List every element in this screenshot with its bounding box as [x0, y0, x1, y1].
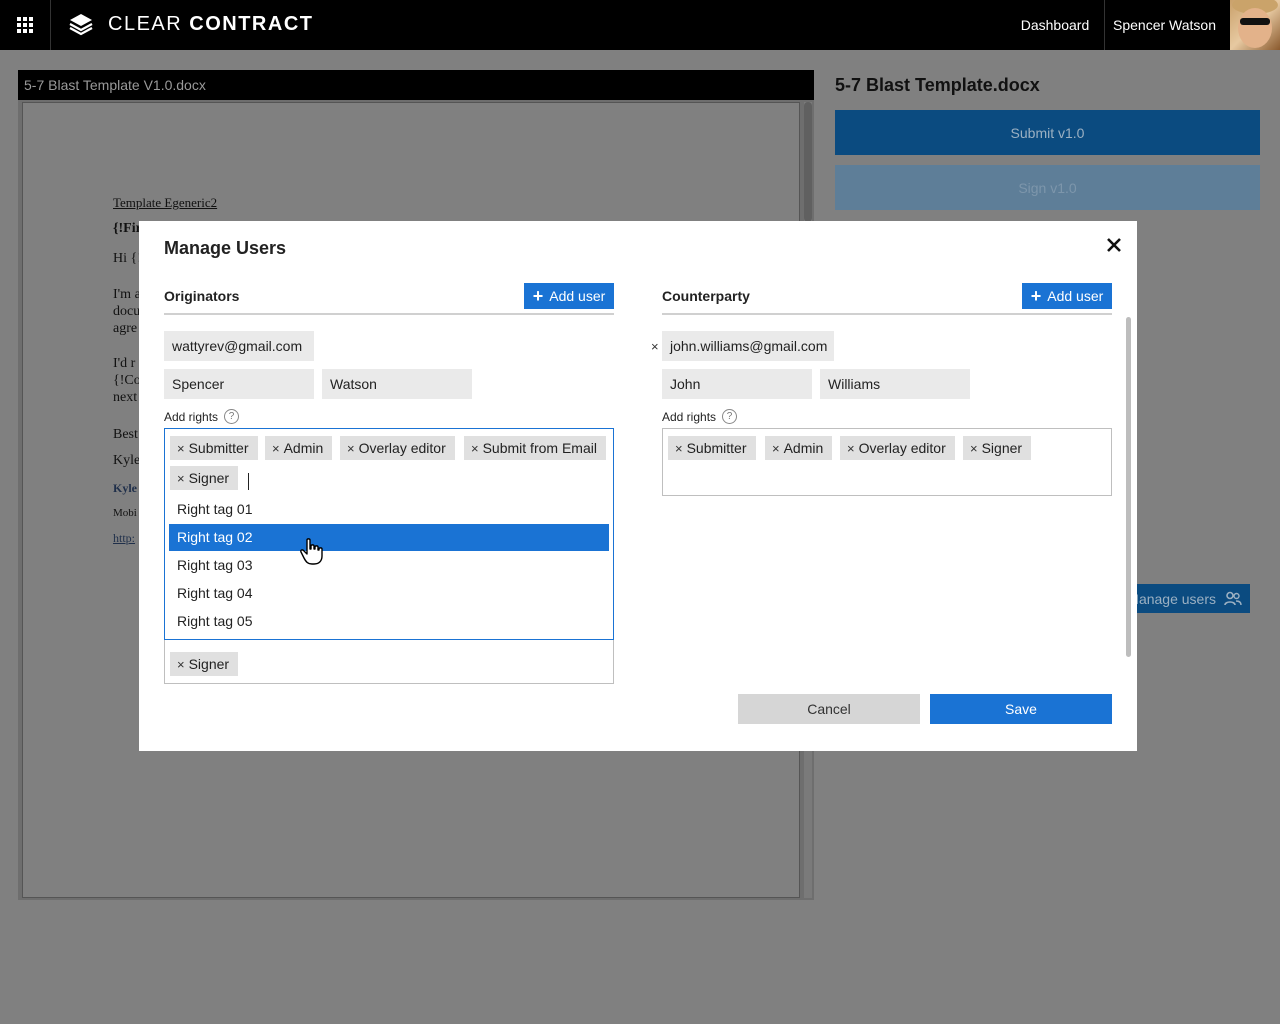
- manage-users-button[interactable]: Manage users: [1125, 584, 1250, 613]
- add-user-label: Add user: [549, 288, 606, 304]
- originator-first-name-field[interactable]: Spencer: [164, 369, 314, 399]
- originators-heading: Originators: [164, 288, 240, 304]
- originator-rights-input[interactable]: × Submitter × Admin × Overlay editor × Submi…: [164, 428, 614, 640]
- dropdown-option-selected[interactable]: Right tag 02: [169, 524, 609, 551]
- section-divider: [662, 313, 1112, 315]
- doc-line: I'd r: [113, 356, 136, 371]
- dropdown-option[interactable]: Right tag 03: [169, 552, 609, 579]
- hand-cursor-icon: [300, 538, 323, 565]
- dropdown-option[interactable]: Right tag 05: [169, 608, 609, 635]
- save-button[interactable]: Save: [930, 694, 1112, 724]
- right-tag: × Signer: [963, 436, 1032, 460]
- originator-last-name-field[interactable]: Watson: [322, 369, 472, 399]
- doc-line: Mobi: [113, 507, 137, 519]
- layers-logo-icon: [69, 14, 93, 36]
- dropdown-option[interactable]: Right tag 01: [169, 496, 609, 523]
- plus-icon: +: [532, 286, 544, 306]
- add-user-label: Add user: [1047, 288, 1104, 304]
- originator-email-field[interactable]: wattyrev@gmail.com: [164, 331, 314, 361]
- right-tag: × Submitter: [668, 436, 756, 460]
- help-icon[interactable]: ?: [224, 409, 240, 424]
- remove-x-icon[interactable]: ×: [675, 441, 683, 456]
- counterparty-last-name-field[interactable]: Williams: [820, 369, 970, 399]
- add-counterparty-button[interactable]: + Add user: [1022, 283, 1112, 309]
- dropdown-option[interactable]: Right tag 04: [169, 580, 609, 607]
- submit-button[interactable]: Submit v1.0: [835, 110, 1260, 155]
- document-tab-title: 5-7 Blast Template V1.0.docx: [18, 70, 814, 100]
- doc-line: {!Co: [113, 373, 141, 388]
- doc-line: {!Fir: [113, 221, 142, 236]
- sign-button[interactable]: Sign v1.0: [835, 165, 1260, 210]
- close-icon: [1107, 238, 1121, 252]
- help-icon[interactable]: ?: [722, 409, 738, 424]
- user-name[interactable]: Spencer Watson: [1113, 0, 1216, 50]
- logo-text: CLEAR CONTRACT: [108, 12, 314, 35]
- modal-title: Manage Users: [164, 238, 287, 258]
- remove-x-icon[interactable]: ×: [471, 441, 479, 456]
- right-tag: × Overlay editor: [840, 436, 955, 460]
- text-caret: [248, 473, 249, 490]
- doc-line: Hi {!: [113, 251, 142, 266]
- counterparty-first-name-field[interactable]: John: [662, 369, 812, 399]
- doc-line: Kyle: [113, 453, 141, 468]
- modal-scrollbar[interactable]: [1126, 317, 1131, 657]
- right-tag: × Admin: [765, 436, 833, 460]
- counterparty-email-field[interactable]: john.williams@gmail.com: [662, 331, 834, 361]
- remove-x-icon[interactable]: ×: [177, 441, 185, 456]
- right-tag: × Submitter: [170, 436, 258, 460]
- counterparty-rights-input[interactable]: × Submitter × Admin × Overlay editor × Signe…: [662, 428, 1112, 496]
- originator-add-rights-label: Add rights ?: [164, 409, 240, 424]
- manage-users-modal: Manage Users Originators + Add user watt…: [139, 221, 1137, 751]
- remove-x-icon[interactable]: ×: [847, 441, 855, 456]
- cancel-button[interactable]: Cancel: [738, 694, 920, 724]
- counterparty-heading: Counterparty: [662, 288, 750, 304]
- doc-line: Kyle: [113, 481, 137, 495]
- section-divider: [164, 313, 614, 315]
- nav-dashboard[interactable]: Dashboard: [1006, 0, 1105, 50]
- remove-x-icon[interactable]: ×: [347, 441, 355, 456]
- add-originator-button[interactable]: + Add user: [524, 283, 614, 309]
- avatar[interactable]: [1230, 0, 1280, 50]
- doc-line: Best: [113, 427, 138, 442]
- apps-menu-button[interactable]: [0, 0, 51, 50]
- users-icon: [1224, 591, 1242, 605]
- doc-line: agre: [113, 321, 138, 336]
- plus-icon: +: [1030, 286, 1042, 306]
- manage-users-label: Manage users: [1127, 590, 1216, 607]
- counterparty-add-rights-label: Add rights ?: [662, 409, 738, 424]
- remove-user-icon[interactable]: ×: [651, 339, 659, 354]
- remove-x-icon[interactable]: ×: [272, 441, 280, 456]
- right-tag: × Overlay editor: [340, 436, 455, 460]
- remove-x-icon[interactable]: ×: [970, 441, 978, 456]
- doc-line: http:: [113, 531, 136, 545]
- right-tag: × Signer: [170, 652, 239, 676]
- close-button[interactable]: [1102, 233, 1126, 257]
- app-logo[interactable]: CLEAR CONTRACT: [68, 12, 313, 36]
- remove-x-icon[interactable]: ×: [772, 441, 780, 456]
- right-tag: × Submit from Email: [464, 436, 606, 460]
- remove-x-icon[interactable]: ×: [177, 657, 185, 672]
- right-tag: × Signer: [170, 466, 239, 490]
- apps-grid-icon: [17, 17, 33, 33]
- right-tag: × Admin: [265, 436, 333, 460]
- top-bar: CLEAR CONTRACT Dashboard Spencer Watson: [0, 0, 1280, 50]
- doc-line: docu: [113, 304, 141, 319]
- doc-line: Template Egeneric2: [113, 195, 218, 210]
- doc-line: next: [113, 390, 138, 405]
- right-panel-title: 5-7 Blast Template.docx: [835, 75, 1040, 95]
- doc-line: I'm a: [113, 287, 141, 302]
- remove-x-icon[interactable]: ×: [177, 471, 185, 486]
